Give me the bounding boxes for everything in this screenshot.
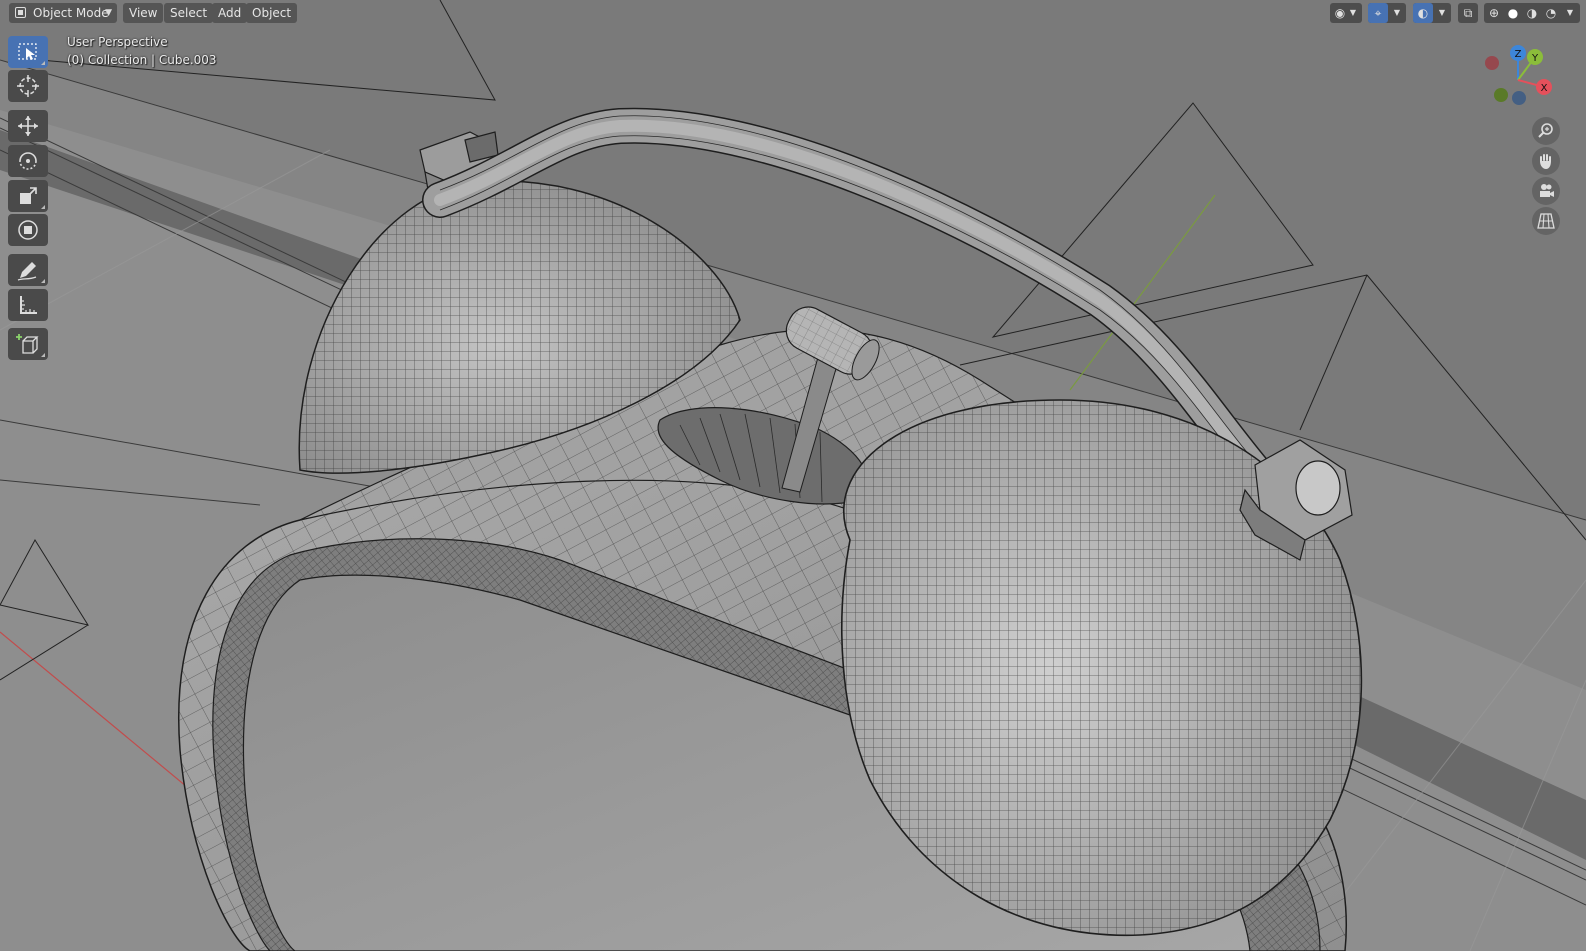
mode-label: Object Mode	[33, 6, 109, 20]
annotate-tool[interactable]	[8, 254, 48, 286]
mode-selector[interactable]: Object Mode ▼	[9, 3, 117, 23]
3d-viewport[interactable]: Object Mode ▼ View Select Add Object ◉ ▼…	[0, 0, 1586, 951]
wireframe-shading-icon[interactable]: ⊕	[1484, 3, 1504, 23]
measure-tool[interactable]	[8, 289, 48, 321]
chevron-down-icon: ▼	[1566, 8, 1574, 17]
camera-view-button[interactable]	[1532, 177, 1560, 205]
tool-options-corner	[41, 205, 45, 209]
neg-x-handle[interactable]	[1485, 56, 1499, 70]
menu-object[interactable]: Object	[246, 3, 298, 23]
x-axis-label: X	[1541, 83, 1548, 94]
material-shading-icon[interactable]: ◑	[1522, 3, 1542, 23]
tool-options-corner	[41, 61, 45, 65]
xray-icon: ⧉	[1463, 6, 1473, 20]
overlays-icon: ◐	[1413, 3, 1433, 23]
visibility-dropdown[interactable]: ◉ ▼	[1330, 3, 1362, 23]
cursor-icon	[17, 75, 39, 97]
move-tool[interactable]	[8, 110, 48, 142]
add-cube-icon	[16, 334, 39, 354]
grid-icon	[1537, 213, 1555, 229]
solid-shading-icon[interactable]: ●	[1503, 3, 1523, 23]
pencil-icon	[17, 262, 37, 281]
transform-icon	[18, 220, 38, 240]
scene-render[interactable]	[0, 0, 1586, 951]
gizmo-toggle[interactable]: ⌖ ▼	[1368, 3, 1406, 23]
rendered-shading-icon[interactable]: ◔	[1541, 3, 1561, 23]
hand-icon	[1540, 154, 1551, 169]
object-mode-icon	[15, 7, 26, 18]
object-info-label: (0) Collection | Cube.003	[67, 53, 217, 67]
cursor-tool[interactable]	[8, 70, 48, 102]
neg-y-handle[interactable]	[1494, 88, 1508, 102]
move-icon	[18, 116, 38, 136]
tool-options-corner	[41, 279, 45, 283]
tool-options-corner	[41, 353, 45, 357]
zoom-button[interactable]	[1532, 117, 1560, 145]
select-box-tool[interactable]	[8, 36, 48, 68]
shading-modes[interactable]: ⊕ ● ◑ ◔ ▼	[1484, 3, 1580, 23]
chevron-down-icon: ▼	[1393, 8, 1401, 17]
add-cube-tool[interactable]	[8, 328, 48, 360]
transform-tool[interactable]	[8, 214, 48, 246]
chevron-down-icon: ▼	[1438, 8, 1446, 17]
rotate-icon	[19, 152, 37, 170]
chevron-down-icon: ▼	[1349, 8, 1357, 17]
xray-toggle[interactable]: ⧉	[1458, 3, 1478, 23]
menu-select[interactable]: Select	[164, 3, 214, 23]
neg-z-handle[interactable]	[1512, 91, 1526, 105]
scale-tool[interactable]	[8, 180, 48, 212]
scale-icon	[20, 187, 37, 204]
y-axis-label: Y	[1531, 53, 1539, 64]
chevron-down-icon: ▼	[105, 8, 112, 18]
overlays-toggle[interactable]: ◐ ▼	[1413, 3, 1451, 23]
gizmo-icon: ⌖	[1368, 3, 1388, 23]
menu-view[interactable]: View	[123, 3, 164, 23]
z-axis-label: Z	[1515, 49, 1522, 60]
zoom-icon	[1538, 123, 1553, 138]
perspective-toggle-button[interactable]	[1532, 207, 1560, 235]
menu-add[interactable]: Add	[212, 3, 248, 23]
view-name-label: User Perspective	[67, 35, 168, 49]
pan-button[interactable]	[1532, 147, 1560, 175]
camera-icon	[1540, 184, 1554, 197]
ruler-icon	[20, 296, 37, 314]
axis-gizmo[interactable]: Z Y X	[1478, 40, 1568, 115]
select-box-icon	[18, 43, 37, 60]
rotate-tool[interactable]	[8, 145, 48, 177]
